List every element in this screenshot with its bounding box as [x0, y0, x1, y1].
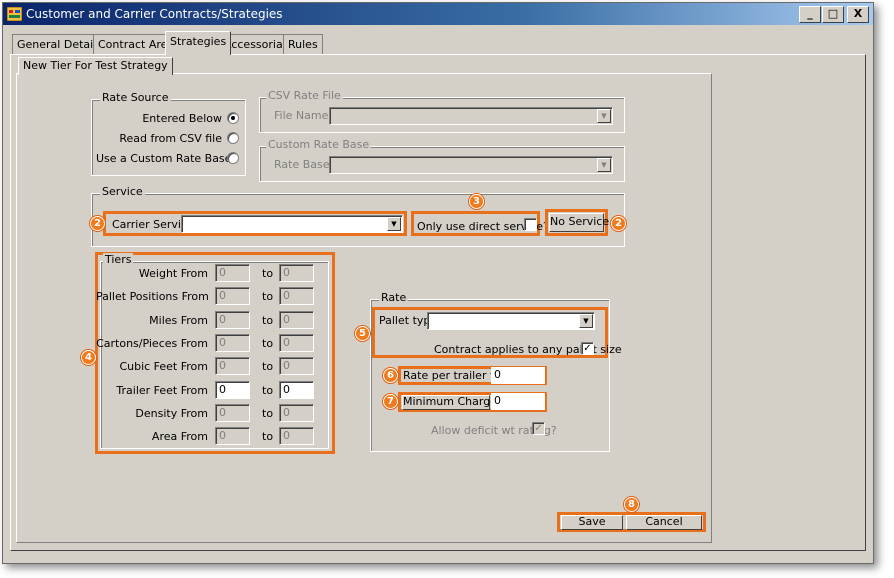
any-pallet-checkbox[interactable]: ✓: [581, 342, 594, 355]
tier-to-input[interactable]: 0: [279, 357, 314, 375]
no-service-button[interactable]: No Service: [549, 213, 609, 232]
callout-badge-2-right: 2: [611, 216, 626, 231]
app-icon: [7, 7, 22, 21]
tier-to-label: to: [262, 337, 274, 350]
dropdown-arrow-icon[interactable]: ▼: [387, 217, 401, 231]
file-name-combo[interactable]: ▼: [329, 107, 613, 125]
tiers-title: Tiers: [103, 253, 134, 266]
callout-badge-5: 5: [355, 326, 370, 341]
dropdown-arrow-icon[interactable]: ▼: [597, 109, 611, 123]
minimum-charge-button[interactable]: Minimum Charge: [402, 395, 497, 410]
tier-to-label: to: [262, 430, 274, 443]
tier-to-input[interactable]: 0: [279, 264, 314, 282]
dropdown-arrow-icon[interactable]: ▼: [579, 314, 593, 328]
tier-to-label: to: [262, 290, 274, 303]
close-button[interactable]: X: [847, 6, 869, 23]
tier-to-input[interactable]: 0: [279, 334, 314, 352]
tier-from-input[interactable]: 0: [215, 264, 250, 282]
radio-dot-icon: [231, 116, 235, 120]
tier-to-label: to: [262, 407, 274, 420]
rate-per-trailer-foot-input[interactable]: 0: [491, 367, 545, 384]
minimum-charge-input[interactable]: 0: [491, 393, 545, 410]
tier-to-label: to: [262, 360, 274, 373]
allow-deficit-checkbox[interactable]: ✓: [532, 422, 545, 435]
tier-to-input[interactable]: 0: [279, 404, 314, 422]
tier-to-input[interactable]: 0: [279, 381, 314, 399]
direct-service-checkbox[interactable]: [524, 218, 537, 231]
tier-to-input[interactable]: 0: [279, 311, 314, 329]
rate-title: Rate: [379, 291, 409, 304]
tab-strategies[interactable]: Strategies: [165, 31, 232, 55]
callout-badge-2-left: 2: [90, 216, 105, 231]
save-button[interactable]: Save: [561, 515, 623, 530]
custom-rate-base-label: Use a Custom Rate Base: [96, 152, 232, 165]
tier-to-input[interactable]: 0: [279, 427, 314, 445]
tier-to-label: to: [262, 314, 274, 327]
entered-below-label: Entered Below: [142, 112, 222, 125]
tier-from-input[interactable]: 0: [215, 427, 250, 445]
tier-to-label: to: [262, 267, 274, 280]
tier-label: Weight From: [138, 267, 208, 280]
title-bar[interactable]: Customer and Carrier Contracts/Strategie…: [3, 3, 873, 25]
callout-badge-6: 6: [383, 368, 398, 383]
custom-rate-base-radio[interactable]: [227, 152, 239, 164]
file-name-label: File Name: [274, 109, 329, 122]
tier-label: Trailer Feet From: [116, 384, 208, 397]
rate-base-label: Rate Base: [274, 158, 330, 171]
csv-rate-file-title: CSV Rate File: [266, 89, 343, 102]
tier-to-input[interactable]: 0: [279, 287, 314, 305]
tier-from-input[interactable]: 0: [215, 357, 250, 375]
entered-below-radio[interactable]: [227, 112, 239, 124]
tier-label: Miles From: [149, 314, 208, 327]
subtab-new-tier[interactable]: New Tier For Test Strategy: [18, 57, 173, 75]
tier-label: Area From: [151, 430, 208, 443]
read-csv-radio[interactable]: [227, 132, 239, 144]
dropdown-arrow-icon[interactable]: ▼: [597, 158, 611, 172]
tier-from-input[interactable]: 0: [215, 381, 250, 399]
minimize-button[interactable]: _: [799, 6, 821, 23]
tier-label: Pallet Positions From: [96, 290, 209, 303]
tier-from-input[interactable]: 0: [215, 404, 250, 422]
carrier-service-combo[interactable]: ▼: [181, 215, 403, 233]
tab-rules[interactable]: Rules: [283, 34, 323, 54]
callout-badge-3: 3: [469, 194, 484, 209]
window-title: Customer and Carrier Contracts/Strategie…: [26, 7, 283, 21]
callout-badge-4: 4: [81, 350, 96, 365]
custom-rate-base-title: Custom Rate Base: [266, 138, 372, 151]
service-title: Service: [100, 185, 145, 198]
callout-badge-7: 7: [383, 394, 398, 409]
tier-from-input[interactable]: 0: [215, 334, 250, 352]
callout-badge-8: 8: [624, 497, 639, 512]
rate-base-combo[interactable]: ▼: [329, 156, 613, 174]
read-csv-label: Read from CSV file: [119, 132, 222, 145]
pallet-type-combo[interactable]: ▼: [427, 312, 595, 330]
cancel-button[interactable]: Cancel: [626, 515, 702, 530]
rate-source-title: Rate Source: [100, 91, 171, 104]
tier-label: Cubic Feet From: [119, 360, 208, 373]
tier-from-input[interactable]: 0: [215, 311, 250, 329]
tier-to-label: to: [262, 384, 274, 397]
tier-from-input[interactable]: 0: [215, 287, 250, 305]
maximize-button[interactable]: □: [822, 6, 844, 23]
tier-label: Density From: [135, 407, 208, 420]
tier-label: Cartons/Pieces From: [96, 337, 208, 350]
